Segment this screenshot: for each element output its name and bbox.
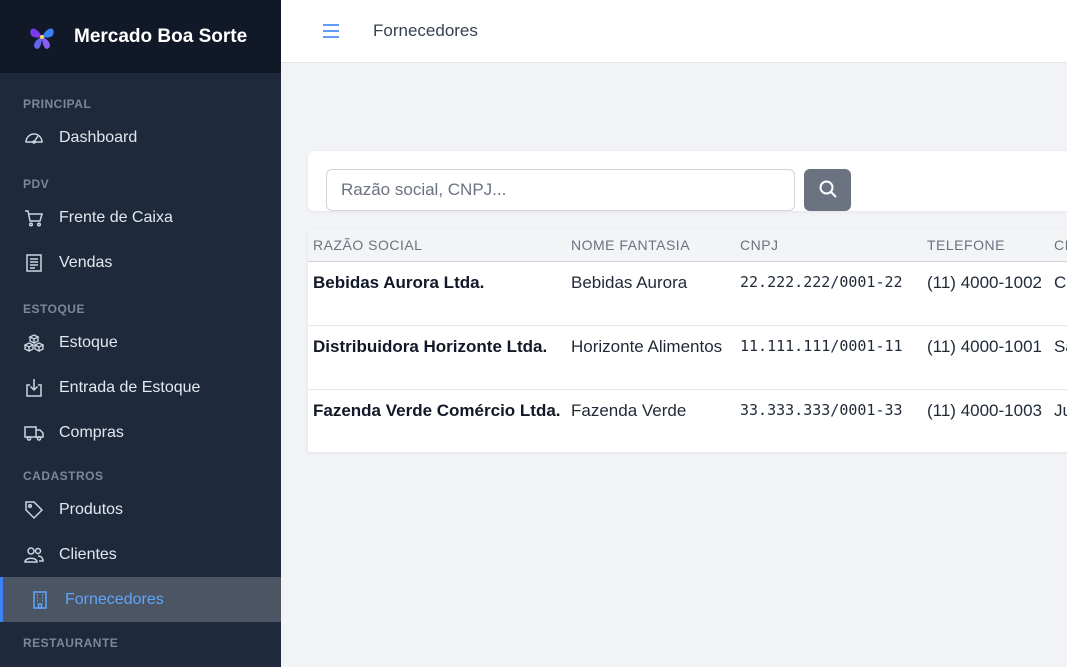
sidebar-item-label: Clientes [59,545,117,563]
sidebar-item-compras[interactable]: Compras [0,410,281,455]
suppliers-table: RAZÃO SOCIAL NOME FANTASIA CNPJ TELEFONE… [308,229,1067,452]
cell-nome-fantasia: Bebidas Aurora [571,272,688,292]
brand-name: Mercado Boa Sorte [74,25,248,47]
cell-cnpj: 22.222.222/0001-22 [740,272,903,291]
sidebar-item-label: Produtos [59,500,124,518]
sidebar-item-entrada-estoque[interactable]: Entrada de Estoque [0,365,281,410]
cell-cidade: Sa [1054,336,1067,356]
building-icon [29,589,51,611]
section-restaurante: RESTAURANTE [23,636,119,650]
section-cadastros: CADASTROS [23,469,104,483]
cell-telefone: (11) 4000-1002 [927,272,1042,292]
table-row[interactable]: Fazenda Verde Comércio Ltda. Fazenda Ver… [308,389,1067,452]
sidebar: Mercado Boa Sorte PRINCIPAL Dashboard PD… [0,0,281,667]
truck-icon [23,422,45,444]
sidebar-item-label: Frente de Caixa [59,208,173,226]
receipt-icon [23,252,45,274]
section-estoque: ESTOQUE [23,302,85,316]
box-arrow-in-icon [23,377,45,399]
topbar: Fornecedores [281,0,1067,63]
sidebar-item-label: Vendas [59,253,113,271]
brand-header[interactable]: Mercado Boa Sorte [0,0,281,73]
suppliers-table-card: RAZÃO SOCIAL NOME FANTASIA CNPJ TELEFONE… [308,229,1067,452]
butterfly-logo-icon [26,21,58,53]
sidebar-item-dashboard[interactable]: Dashboard [0,115,281,160]
cell-cidade: Ju [1054,400,1067,420]
column-header-razao-social[interactable]: RAZÃO SOCIAL [308,229,566,261]
table-row[interactable]: Distribuidora Horizonte Ltda. Horizonte … [308,325,1067,389]
boxes-icon [23,332,45,354]
sidebar-item-frente-caixa[interactable]: Frente de Caixa [0,195,281,240]
cell-telefone: (11) 4000-1001 [927,336,1042,356]
cell-cidade: C [1054,272,1067,292]
cell-razao-social: Bebidas Aurora Ltda. [313,272,485,292]
sidebar-item-label: Dashboard [59,128,138,146]
table-row[interactable]: Bebidas Aurora Ltda. Bebidas Aurora 22.2… [308,261,1067,325]
search-button[interactable] [804,169,851,211]
hamburger-icon[interactable] [319,19,343,43]
sidebar-item-vendas[interactable]: Vendas [0,240,281,285]
sidebar-item-label: Estoque [59,333,118,351]
search-input[interactable] [326,169,795,211]
sidebar-item-fornecedores[interactable]: Fornecedores [0,577,281,622]
sidebar-item-label: Entrada de Estoque [59,378,201,396]
cell-cnpj: 33.333.333/0001-33 [740,400,903,419]
sidebar-item-estoque[interactable]: Estoque [0,320,281,365]
cell-nome-fantasia: Horizonte Alimentos [571,336,723,356]
column-header-telefone[interactable]: TELEFONE [922,229,1049,261]
page-title: Fornecedores [373,21,478,40]
column-header-cidade[interactable]: CI [1049,229,1067,261]
search-icon [818,179,838,202]
column-header-nome-fantasia[interactable]: NOME FANTASIA [566,229,735,261]
sidebar-item-produtos[interactable]: Produtos [0,487,281,532]
column-header-cnpj[interactable]: CNPJ [735,229,922,261]
search-card [308,151,1067,211]
people-icon [23,544,45,566]
cell-nome-fantasia: Fazenda Verde [571,400,687,420]
tag-icon [23,499,45,521]
sidebar-item-label: Fornecedores [65,590,164,608]
section-pdv: PDV [23,177,50,191]
sidebar-item-label: Compras [59,423,124,441]
sidebar-item-clientes[interactable]: Clientes [0,532,281,577]
section-principal: PRINCIPAL [23,97,92,111]
cell-cnpj: 11.111.111/0001-11 [740,336,903,355]
cell-razao-social: Fazenda Verde Comércio Ltda. [313,400,561,420]
cell-razao-social: Distribuidora Horizonte Ltda. [313,336,548,356]
cart-icon [23,207,45,229]
cell-telefone: (11) 4000-1003 [927,400,1042,420]
gauge-icon [23,127,45,149]
table-header-row: RAZÃO SOCIAL NOME FANTASIA CNPJ TELEFONE… [308,229,1067,261]
